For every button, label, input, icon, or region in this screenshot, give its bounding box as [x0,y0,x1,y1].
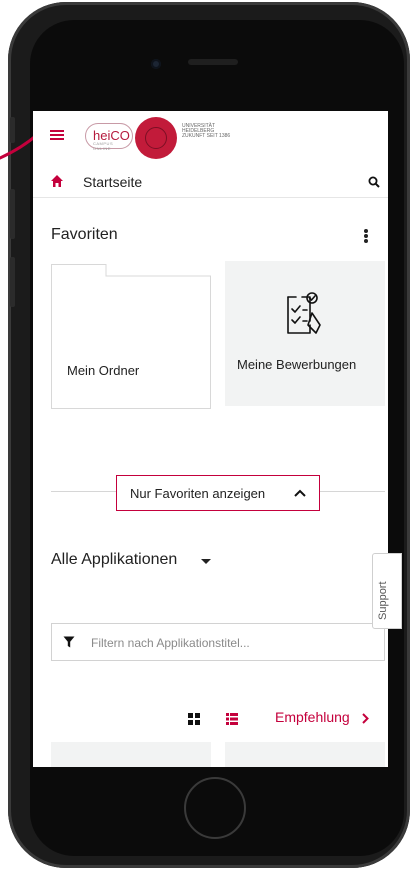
grid-view-icon[interactable] [188,713,200,725]
all-apps-title[interactable]: Alle Applikationen [51,551,177,569]
application-checklist-icon [287,292,321,334]
favorite-tile-mein-ordner[interactable]: Mein Ordner [51,264,211,409]
recommendation-sort-link[interactable]: Empfehlung [275,709,350,725]
heico-logo[interactable]: heiCO CAMPUS ONLINE [85,123,133,151]
front-camera [151,59,161,69]
filter-icon [63,636,75,648]
volume-down-button [10,257,15,307]
hamburger-menu-icon[interactable] [50,130,64,141]
folder-outline-icon [51,264,211,409]
home-icon[interactable] [50,174,64,188]
volume-up-button [10,189,15,239]
tile-label: Meine Bewerbungen [237,357,357,372]
toggle-label: Nur Favoriten anzeigen [130,486,266,501]
app-filter-input[interactable] [89,633,373,653]
page-title: Startseite [83,174,143,190]
breadcrumb-bar: Startseite [33,167,388,198]
app-screen: heiCO CAMPUS ONLINE UNIVERSITÄT HEIDELBE… [33,111,388,767]
support-label: Support [377,581,389,620]
favorites-title: Favoriten [51,226,118,243]
tile-label: Mein Ordner [67,363,140,378]
more-options-icon[interactable] [364,229,368,243]
app-card[interactable] [51,742,211,767]
chevron-right-icon[interactable] [362,713,369,724]
list-view-icon[interactable] [226,713,238,725]
search-icon[interactable] [368,176,380,188]
app-header: heiCO CAMPUS ONLINE UNIVERSITÄT HEIDELBE… [33,111,388,159]
app-card[interactable] [225,742,385,767]
chevron-up-icon [294,489,306,497]
favorite-tile-meine-bewerbungen[interactable]: Meine Bewerbungen [225,261,385,406]
earpiece-speaker [188,59,238,65]
support-tab[interactable]: Support [372,553,402,629]
university-wordmark: UNIVERSITÄT HEIDELBERG ZUKUNFT SEIT 1386 [182,123,231,139]
favorites-only-toggle-button[interactable]: Nur Favoriten anzeigen [116,475,320,511]
university-seal-logo [135,117,177,159]
app-filter-field[interactable] [51,623,385,661]
home-button[interactable] [184,777,246,839]
heico-logo-subtext: CAMPUS ONLINE [93,141,114,151]
caret-down-icon[interactable] [201,559,211,564]
